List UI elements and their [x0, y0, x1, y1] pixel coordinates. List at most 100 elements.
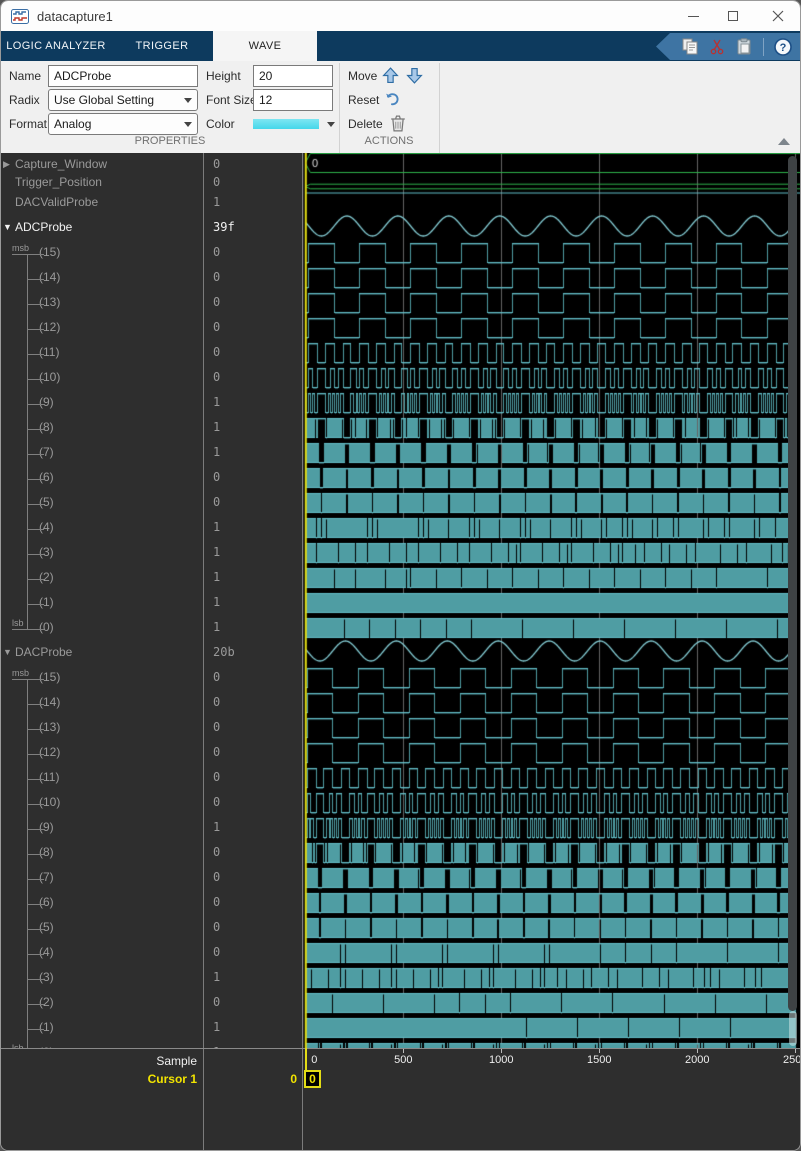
- channel-value: 0: [213, 245, 220, 259]
- paste-icon[interactable]: [736, 38, 753, 55]
- channel-name[interactable]: (11): [39, 770, 59, 784]
- bit-tree-tick: [27, 479, 44, 480]
- channel-value: 0: [213, 770, 220, 784]
- channel-value: 1: [213, 820, 220, 834]
- channel-name[interactable]: (5): [39, 920, 54, 934]
- color-dropdown-caret[interactable]: [327, 122, 335, 127]
- qab-divider: [763, 38, 764, 56]
- channel-name[interactable]: DACValidProbe: [15, 195, 98, 209]
- collapse-toolstrip-button[interactable]: [778, 138, 790, 145]
- tab-logic-analyzer[interactable]: LOGIC ANALYZER: [1, 31, 111, 61]
- channel-name[interactable]: Capture_Window: [15, 157, 107, 171]
- bit-tree-tick: [27, 579, 44, 580]
- cut-icon[interactable]: [709, 38, 726, 55]
- channel-name[interactable]: (15): [39, 245, 60, 259]
- channel-name[interactable]: ADCProbe: [15, 220, 72, 234]
- channel-name[interactable]: (10): [39, 795, 60, 809]
- values-plot-divider[interactable]: [302, 153, 303, 1151]
- channel-value: 1: [213, 395, 220, 409]
- bit-tree-tick: [27, 554, 44, 555]
- channel-name[interactable]: (5): [39, 495, 54, 509]
- format-dropdown[interactable]: Analog: [48, 113, 198, 135]
- channel-name[interactable]: (3): [39, 970, 54, 984]
- bit-tree-tick: [27, 529, 44, 530]
- radix-dropdown[interactable]: Use Global Setting: [48, 89, 198, 111]
- bit-tree-tick: [27, 954, 44, 955]
- axis-label: Sample: [156, 1054, 197, 1068]
- channel-name[interactable]: (12): [39, 745, 60, 759]
- waveform-canvas[interactable]: [304, 153, 801, 1048]
- bit-tree-tick: [12, 254, 44, 255]
- copy-icon[interactable]: [682, 38, 699, 55]
- channel-name[interactable]: (8): [39, 420, 54, 434]
- channel-name[interactable]: (6): [39, 470, 54, 484]
- channel-name[interactable]: Trigger_Position: [15, 175, 102, 189]
- channel-name[interactable]: (1): [39, 595, 54, 609]
- channel-name[interactable]: (11): [39, 345, 59, 359]
- lsb-tag: lsb: [12, 618, 24, 628]
- bit-tree-tick: [27, 404, 44, 405]
- close-button[interactable]: [758, 1, 798, 31]
- channel-name[interactable]: (10): [39, 370, 60, 384]
- bit-tree-trunk: [27, 679, 28, 1048]
- names-values-divider[interactable]: [203, 153, 204, 1151]
- channel-name[interactable]: (7): [39, 445, 54, 459]
- bit-tree-tick: [27, 704, 44, 705]
- collapse-channel-icon[interactable]: ▼: [3, 647, 12, 657]
- tab-trigger[interactable]: TRIGGER: [119, 31, 205, 61]
- channel-name[interactable]: (4): [39, 945, 54, 959]
- bit-tree-tick: [27, 429, 44, 430]
- reset-button[interactable]: [384, 91, 401, 108]
- move-up-button[interactable]: [382, 67, 399, 84]
- channel-name[interactable]: (7): [39, 870, 54, 884]
- axis-tickmark: [501, 1049, 502, 1053]
- channel-name[interactable]: (2): [39, 995, 54, 1009]
- channel-name[interactable]: (13): [39, 720, 60, 734]
- maximize-button[interactable]: [713, 1, 753, 31]
- channel-name[interactable]: (12): [39, 320, 60, 334]
- bit-tree-tick: [27, 929, 44, 930]
- bit-tree-tick: [27, 604, 44, 605]
- channel-name[interactable]: (3): [39, 545, 54, 559]
- channel-name[interactable]: (0): [39, 620, 54, 634]
- scrollbar-track[interactable]: [789, 1011, 797, 1046]
- delete-button[interactable]: [390, 115, 406, 132]
- height-input[interactable]: [253, 65, 333, 87]
- bit-tree-tick: [12, 679, 44, 680]
- channel-name[interactable]: (14): [39, 270, 60, 284]
- cursor-line-stem[interactable]: [305, 1048, 307, 1070]
- channel-name[interactable]: (13): [39, 295, 60, 309]
- bit-tree-tick: [27, 729, 44, 730]
- cursor-marker-box[interactable]: 0: [304, 1070, 321, 1088]
- channel-name[interactable]: (9): [39, 820, 54, 834]
- channel-name[interactable]: (9): [39, 395, 54, 409]
- channel-name[interactable]: (2): [39, 570, 54, 584]
- channel-value: 0: [213, 470, 220, 484]
- channel-name[interactable]: (14): [39, 695, 60, 709]
- scrollbar-thumb[interactable]: [788, 156, 797, 1011]
- channel-name[interactable]: (15): [39, 670, 60, 684]
- channel-name[interactable]: (1): [39, 1020, 54, 1034]
- window-title: datacapture1: [37, 9, 113, 24]
- color-swatch[interactable]: [253, 119, 319, 129]
- channel-name[interactable]: (6): [39, 895, 54, 909]
- vertical-scrollbar: [787, 156, 798, 1046]
- channel-name[interactable]: (4): [39, 520, 54, 534]
- move-down-button[interactable]: [406, 67, 423, 84]
- maximize-icon: [728, 11, 738, 21]
- fontsize-input[interactable]: [253, 89, 333, 111]
- channel-name[interactable]: DACProbe: [15, 645, 72, 659]
- tab-wave[interactable]: WAVE: [213, 31, 317, 61]
- channel-value: 1: [213, 420, 220, 434]
- help-icon[interactable]: ?: [774, 38, 792, 56]
- expand-channel-icon[interactable]: ▶: [3, 159, 10, 170]
- channel-name[interactable]: (8): [39, 845, 54, 859]
- collapse-channel-icon[interactable]: ▼: [3, 222, 12, 232]
- minimize-button[interactable]: [673, 1, 713, 31]
- color-label: Color: [206, 113, 235, 135]
- name-input[interactable]: [48, 65, 198, 87]
- cursor-label: Cursor 1: [148, 1072, 197, 1086]
- bit-tree-tick: [27, 454, 44, 455]
- channel-value: 0: [213, 320, 220, 334]
- bit-tree-tick: [27, 329, 44, 330]
